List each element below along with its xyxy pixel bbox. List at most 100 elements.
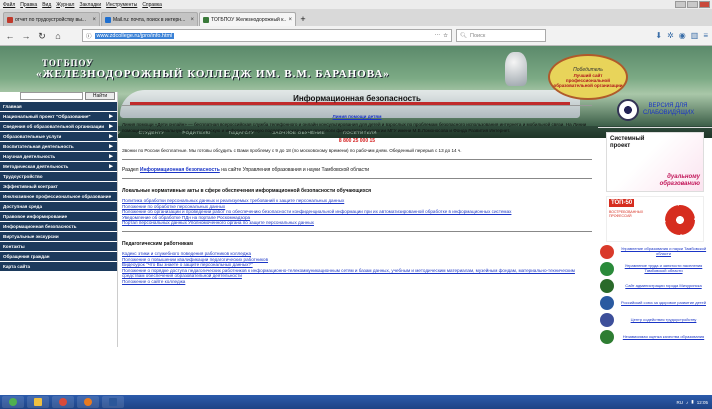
tab-title: ТОГБПОУ Железнодорожный к... bbox=[211, 16, 287, 23]
firefox-icon[interactable] bbox=[77, 396, 99, 408]
dual-education-label: дуальному образованию bbox=[659, 174, 700, 187]
sidebar-item[interactable]: Инклюзивное профессиональное образование bbox=[0, 192, 117, 202]
partner-link[interactable]: Независимая оценка качества образования bbox=[600, 330, 710, 344]
reload-icon[interactable]: ↻ bbox=[36, 30, 48, 42]
sidebar-item[interactable]: Правовое информирование bbox=[0, 212, 117, 222]
section-link[interactable]: Информационная безопасность bbox=[140, 167, 220, 173]
sidebar-item-label: Информационная безопасность bbox=[3, 224, 77, 229]
sidebar-item[interactable]: Сведения об образовательной организации ▶ bbox=[0, 122, 117, 132]
menu-item[interactable]: Инструменты bbox=[106, 2, 137, 8]
sidebar-item[interactable]: Трудоустройство bbox=[0, 172, 117, 182]
start-button[interactable] bbox=[2, 396, 24, 408]
volume-icon[interactable]: ♪ bbox=[686, 400, 688, 405]
document-link[interactable]: Портал персональных данных Уполномоченно… bbox=[122, 220, 592, 226]
network-icon[interactable]: ▮ bbox=[691, 399, 693, 405]
info-icon[interactable]: ⓘ bbox=[86, 32, 92, 40]
document-link[interactable]: Положение о порядке доступа педагогическ… bbox=[122, 268, 592, 279]
award-line2: Лучший сайт профессиональной образовател… bbox=[553, 72, 623, 88]
explorer-icon[interactable] bbox=[27, 396, 49, 408]
close-window-button[interactable] bbox=[699, 1, 710, 8]
section-line: Раздел Информационная безопасность на са… bbox=[122, 166, 370, 173]
sidebar-item[interactable]: Информационная безопасность bbox=[0, 222, 117, 232]
menu-item[interactable]: Журнал bbox=[56, 2, 74, 8]
sidebar-item-label: Сведения об образовательной организации bbox=[3, 124, 105, 129]
sidebar-item[interactable]: Виртуальные экскурсии bbox=[0, 232, 117, 242]
sidebar-item[interactable]: Обращения граждан bbox=[0, 252, 117, 262]
menu-item[interactable]: Справка bbox=[142, 2, 162, 8]
sidebar-item[interactable]: Национальный проект "Образование" ▶ bbox=[0, 112, 117, 122]
favicon-icon bbox=[7, 16, 13, 23]
sidebar-item[interactable]: Образовательные услуги ▶ bbox=[0, 132, 117, 142]
addon-icon[interactable]: ✲ bbox=[667, 31, 674, 40]
page-actions-icon[interactable]: ⋯ bbox=[435, 33, 441, 39]
staff-heading: Педагогическим работникам bbox=[122, 241, 193, 247]
search-placeholder: Поиск bbox=[469, 32, 486, 39]
word-icon[interactable] bbox=[102, 396, 124, 408]
sidebar-item[interactable]: Доступная среда bbox=[0, 202, 117, 212]
main-content: Информационная безопасность Линия помощи… bbox=[118, 92, 596, 349]
browser-tab[interactable]: отчет по трудоустройству вы... × bbox=[3, 12, 100, 26]
forward-arrow-icon[interactable]: → bbox=[20, 30, 32, 42]
sidebar-item[interactable]: Главная bbox=[0, 102, 117, 112]
dual-education-banner[interactable]: Системный проект дуальному образованию bbox=[606, 132, 704, 192]
browser-tab[interactable]: ТОГБПОУ Железнодорожный к... × bbox=[199, 12, 296, 26]
download-icon[interactable]: ⬇ bbox=[655, 31, 662, 40]
menu-item[interactable]: Вид bbox=[42, 2, 51, 8]
sidebar-item-label: Обращения граждан bbox=[3, 254, 50, 259]
system-tray: RU ♪ ▮ 12:05 bbox=[677, 399, 712, 405]
sidebar-menu: Главная Национальный проект "Образование"… bbox=[0, 102, 117, 272]
back-arrow-icon[interactable]: ← bbox=[4, 30, 16, 42]
partner-link[interactable]: Управление труда и занятости населения Т… bbox=[600, 262, 710, 276]
partner-link[interactable]: Центр содействия трудоустройству bbox=[600, 313, 710, 327]
close-tab-icon[interactable]: × bbox=[190, 17, 194, 23]
sidebar: Найти Главная Национальный проект "Образо… bbox=[0, 92, 118, 347]
menu-item[interactable]: Файл bbox=[3, 2, 15, 8]
top50-banner[interactable]: ТОП-50 ВОСТРЕБОВАННЫХ ПРОФЕССИЙ bbox=[606, 196, 704, 242]
close-tab-icon[interactable]: × bbox=[92, 17, 96, 23]
search-field[interactable]: 🔍︎ Поиск bbox=[456, 29, 546, 42]
new-tab-button[interactable]: + bbox=[297, 12, 309, 26]
sidebar-item[interactable]: Методическая деятельность ▶ bbox=[0, 162, 117, 172]
sidebar-item[interactable]: Научная деятельность ▶ bbox=[0, 152, 117, 162]
partner-link-label: Управление образования и науки Тамбовско… bbox=[620, 246, 707, 256]
find-button[interactable]: Найти bbox=[85, 92, 115, 100]
sidebar-item-label: Карта сайта bbox=[3, 264, 31, 269]
gear-icon bbox=[665, 205, 695, 235]
menu-item[interactable]: Закладки bbox=[79, 2, 101, 8]
sidebar-item[interactable]: Эффективный контракт bbox=[0, 182, 117, 192]
sidebar-item-label: Национальный проект "Образование" bbox=[3, 114, 91, 119]
menu-icon[interactable]: ≡ bbox=[703, 31, 708, 40]
close-tab-icon[interactable]: × bbox=[288, 17, 292, 23]
document-link[interactable]: Положение о сайте колледжа bbox=[122, 279, 592, 285]
address-bar[interactable]: ⓘ www.zdcollege.ru/jpro/info.html ⋯ ☆ bbox=[82, 29, 452, 42]
menu-item[interactable]: Правка bbox=[20, 2, 37, 8]
minimize-button[interactable] bbox=[675, 1, 686, 8]
low-vision-version[interactable]: ВЕРСИЯ ДЛЯ СЛАБОВИДЯЩИХ bbox=[598, 92, 712, 128]
library-icon[interactable]: ▥ bbox=[691, 31, 699, 40]
sidebar-item[interactable]: Воспитательная деятельность ▶ bbox=[0, 142, 117, 152]
partner-link[interactable]: Сайт администрации города Мичуринска bbox=[600, 279, 710, 293]
clock[interactable]: 12:05 bbox=[697, 400, 708, 405]
chevron-right-icon: ▶ bbox=[109, 153, 113, 159]
eye-icon bbox=[617, 98, 639, 121]
sidebar-item-label: Воспитательная деятельность bbox=[3, 144, 74, 149]
shield-icon[interactable]: ◉ bbox=[679, 31, 686, 40]
chevron-right-icon: ▶ bbox=[109, 123, 113, 129]
home-icon[interactable]: ⌂ bbox=[52, 30, 64, 42]
sidebar-item[interactable]: Контакты bbox=[0, 242, 117, 252]
chrome-icon[interactable] bbox=[52, 396, 74, 408]
sys-project-label: Системный проект bbox=[610, 136, 645, 149]
language-icon[interactable]: RU bbox=[677, 400, 684, 405]
favicon-icon bbox=[203, 16, 209, 23]
site-title[interactable]: ТОГБПОУ «ЖЕЛЕЗНОДОРОЖНЫЙ КОЛЛЕДЖ ИМ. В.М… bbox=[36, 58, 390, 80]
maximize-button[interactable] bbox=[687, 1, 698, 8]
partner-link[interactable]: Управление образования и науки Тамбовско… bbox=[600, 245, 710, 259]
site-search-input[interactable] bbox=[20, 92, 83, 100]
partner-logo-icon bbox=[600, 330, 614, 344]
sidebar-item[interactable]: Карта сайта bbox=[0, 262, 117, 272]
browser-tab[interactable]: Mail.ru: почта, поиск в интерн... × bbox=[101, 12, 198, 26]
helpline-link[interactable]: Линия помощи детям bbox=[333, 114, 382, 119]
partner-link[interactable]: Российский союз за здоровое развитие дет… bbox=[600, 296, 710, 310]
bookmark-star-icon[interactable]: ☆ bbox=[443, 33, 448, 39]
chevron-right-icon: ▶ bbox=[109, 133, 113, 139]
